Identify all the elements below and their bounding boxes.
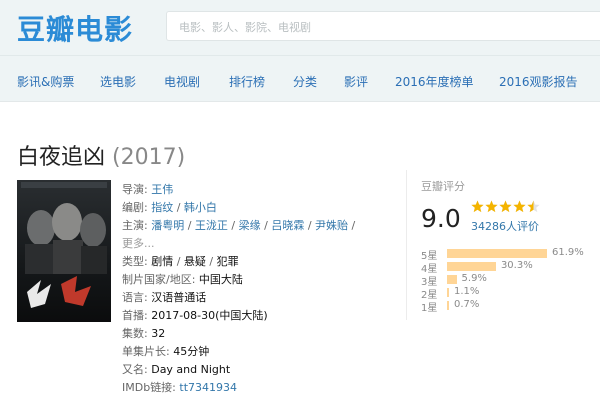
header-bar: 豆瓣电影 电影、影人、影院、电视剧	[0, 0, 600, 56]
separator: /	[173, 255, 184, 268]
star-icon	[485, 200, 498, 213]
rating-dist-row-5: 5星 61.9%	[421, 247, 600, 262]
search-input[interactable]: 电影、影人、影院、电视剧	[166, 11, 600, 41]
nav-item-news-tickets[interactable]: 影讯&购票	[17, 73, 74, 90]
writer-label: 编剧:	[122, 201, 148, 214]
search-placeholder: 电影、影人、影院、电视剧	[179, 21, 311, 34]
rating-dist-row-4: 4星 30.3%	[421, 260, 600, 275]
douban-movie-logo[interactable]: 豆瓣电影	[17, 8, 133, 48]
info-director-row: 导演: 王伟	[122, 181, 173, 197]
nav-item-tv[interactable]: 电视剧	[164, 73, 200, 90]
info-imdb-row: IMDb链接: tt7341934	[122, 379, 237, 395]
dist-percent: 0.7%	[454, 299, 480, 310]
cast-label: 主演:	[122, 219, 148, 232]
rating-dist-row-1: 1星 0.7%	[421, 299, 600, 314]
writer-link[interactable]: 指纹	[151, 201, 173, 214]
info-aka-row: 又名: Day and Night	[122, 361, 230, 377]
separator: /	[348, 219, 356, 232]
rating-dist-row-2: 2星 1.1%	[421, 286, 600, 301]
director-link[interactable]: 王伟	[151, 183, 173, 196]
more-cast-link[interactable]: 更多...	[122, 237, 155, 250]
director-label: 导演:	[122, 183, 148, 196]
runtime-label: 单集片长:	[122, 345, 170, 358]
vote-count-link[interactable]: 34286人评价	[471, 218, 539, 234]
runtime-value: 45分钟	[173, 345, 210, 358]
rating-panel: 豆瓣评分 9.0 34286人评价 5星 61.9% 4星 30.3% 3星 5…	[406, 170, 600, 320]
dist-percent: 5.9%	[461, 273, 487, 284]
info-more-row: 更多...	[122, 235, 155, 251]
nav-item-2016-chart[interactable]: 2016年度榜单	[395, 73, 474, 90]
dist-percent: 1.1%	[454, 286, 480, 297]
rating-dist-row-3: 3星 5.9%	[421, 273, 600, 288]
info-premiere-row: 首播: 2017-08-30(中国大陆)	[122, 307, 268, 323]
genre-label: 类型:	[122, 255, 148, 268]
nav-item-explore-movies[interactable]: 选电影	[100, 73, 136, 90]
dist-track	[447, 249, 547, 258]
star-rating-icon	[471, 200, 541, 217]
writer-link[interactable]: 韩小白	[184, 201, 217, 214]
episodes-label: 集数:	[122, 327, 148, 340]
imdb-link[interactable]: tt7341934	[179, 381, 237, 394]
premiere-label: 首播:	[122, 309, 148, 322]
stars-svg	[471, 200, 540, 213]
dist-bar	[447, 301, 449, 310]
separator: /	[173, 201, 184, 214]
language-label: 语言:	[122, 291, 148, 304]
info-writer-row: 编剧: 指纹 / 韩小白	[122, 199, 217, 215]
cast-link[interactable]: 吕晓霖	[271, 219, 304, 232]
premiere-value: 2017-08-30(中国大陆)	[151, 309, 268, 322]
rating-score: 9.0	[421, 204, 461, 233]
movie-poster[interactable]	[17, 180, 111, 322]
info-runtime-row: 单集片长: 45分钟	[122, 343, 209, 359]
nav-item-rankings[interactable]: 排行榜	[229, 73, 265, 90]
dist-bar	[447, 262, 496, 271]
cast-link[interactable]: 潘粤明	[151, 219, 184, 232]
info-genre-row: 类型: 剧情 / 悬疑 / 犯罪	[122, 253, 239, 269]
dist-percent: 61.9%	[552, 247, 584, 258]
region-value: 中国大陆	[198, 273, 243, 286]
aka-label: 又名:	[122, 363, 148, 376]
info-episodes-row: 集数: 32	[122, 325, 165, 341]
star-icon	[471, 200, 484, 213]
nav-item-categories[interactable]: 分类	[293, 73, 317, 90]
star-icon	[527, 200, 540, 213]
dist-bar	[447, 249, 547, 258]
separator: /	[205, 255, 217, 268]
rating-label: 豆瓣评分	[421, 180, 465, 193]
genre-value: 犯罪	[216, 255, 239, 268]
dist-label: 1星	[421, 303, 438, 314]
nav-item-2016-report[interactable]: 2016观影报告	[499, 73, 578, 90]
region-label: 制片国家/地区:	[122, 273, 196, 286]
page-title: 白夜追凶 (2017)	[17, 139, 185, 171]
dist-percent: 30.3%	[500, 260, 533, 271]
info-language-row: 语言: 汉语普通话	[122, 289, 206, 305]
cast-link[interactable]: 尹姝贻	[315, 219, 348, 232]
imdb-label: IMDb链接:	[122, 381, 176, 394]
cast-link[interactable]: 梁缘	[239, 219, 261, 232]
genre-value: 悬疑	[183, 255, 206, 268]
star-icon	[499, 200, 512, 213]
episodes-value: 32	[151, 327, 166, 340]
info-region-row: 制片国家/地区: 中国大陆	[122, 271, 243, 287]
language-value: 汉语普通话	[151, 291, 207, 304]
separator: /	[260, 219, 272, 232]
cast-link[interactable]: 王泷正	[195, 219, 228, 232]
separator: /	[184, 219, 195, 232]
separator: /	[304, 219, 316, 232]
poster-artwork	[17, 180, 111, 322]
dist-bar	[447, 288, 449, 297]
dist-bar	[447, 275, 457, 284]
movie-year: (2017)	[112, 145, 186, 170]
main-nav: 影讯&购票 选电影 电视剧 排行榜 分类 影评 2016年度榜单 2016观影报…	[0, 56, 600, 102]
star-icon	[513, 200, 526, 213]
nav-item-reviews[interactable]: 影评	[344, 73, 368, 90]
aka-value: Day and Night	[151, 363, 231, 376]
separator: /	[227, 219, 239, 232]
genre-value: 剧情	[151, 255, 174, 268]
movie-title: 白夜追凶	[17, 145, 106, 170]
info-cast-row: 主演: 潘粤明 / 王泷正 / 梁缘 / 吕晓霖 / 尹姝贻 /	[122, 217, 355, 233]
